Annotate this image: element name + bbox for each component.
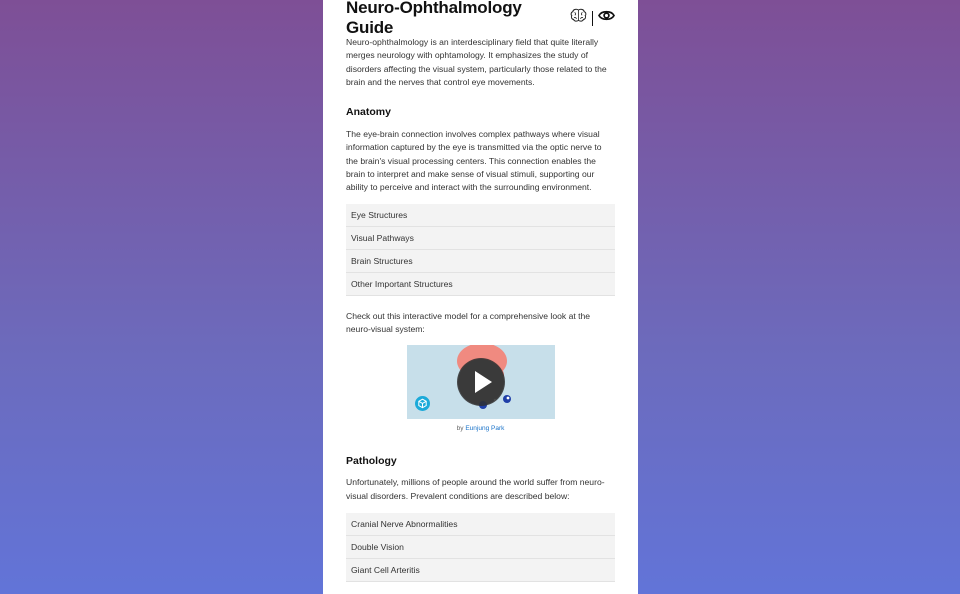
pathology-item-giant-cell-arteritis[interactable]: Giant Cell Arteritis [346, 558, 615, 582]
viewer-logo-icon [414, 396, 430, 412]
eye-icon [598, 9, 615, 27]
anatomy-item-other-structures[interactable]: Other Important Structures [346, 272, 615, 296]
brain-icon [570, 8, 587, 28]
guide-card: Neuro-Ophthalmology Guide Neuro-ophthalm… [323, 0, 638, 594]
pathology-item-cranial-nerve[interactable]: Cranial Nerve Abnormalities [346, 512, 615, 536]
header: Neuro-Ophthalmology Guide [346, 0, 616, 37]
page-title: Neuro-Ophthalmology Guide [346, 0, 522, 37]
anatomy-item-eye-structures[interactable]: Eye Structures [346, 203, 615, 227]
title-icons [570, 8, 616, 28]
author-link[interactable]: Eunjung Park [465, 425, 504, 432]
anatomy-list: Eye Structures Visual Pathways Brain Str… [346, 203, 615, 296]
interactive-model-embed[interactable] [406, 345, 555, 420]
model-intro-paragraph: Check out this interactive model for a c… [346, 310, 591, 334]
anatomy-item-brain-structures[interactable]: Brain Structures [346, 249, 615, 273]
pathology-list: Cranial Nerve Abnormalities Double Visio… [346, 512, 615, 582]
anatomy-item-visual-pathways[interactable]: Visual Pathways [346, 226, 615, 250]
anatomy-paragraph: The eye-brain connection involves comple… [346, 129, 602, 193]
pathology-heading: Pathology [346, 455, 397, 468]
pathology-paragraph: Unfortunately, millions of people around… [346, 477, 605, 501]
play-button[interactable] [456, 358, 505, 407]
play-icon [456, 358, 505, 407]
model-caption: by Eunjung Park [346, 425, 615, 432]
pathology-item-double-vision[interactable]: Double Vision [346, 535, 615, 559]
intro-paragraph: Neuro-ophthalmology is an interdesciplin… [346, 37, 607, 87]
anatomy-heading: Anatomy [346, 106, 391, 119]
caption-prefix: by [456, 425, 464, 433]
title-divider [591, 10, 593, 26]
